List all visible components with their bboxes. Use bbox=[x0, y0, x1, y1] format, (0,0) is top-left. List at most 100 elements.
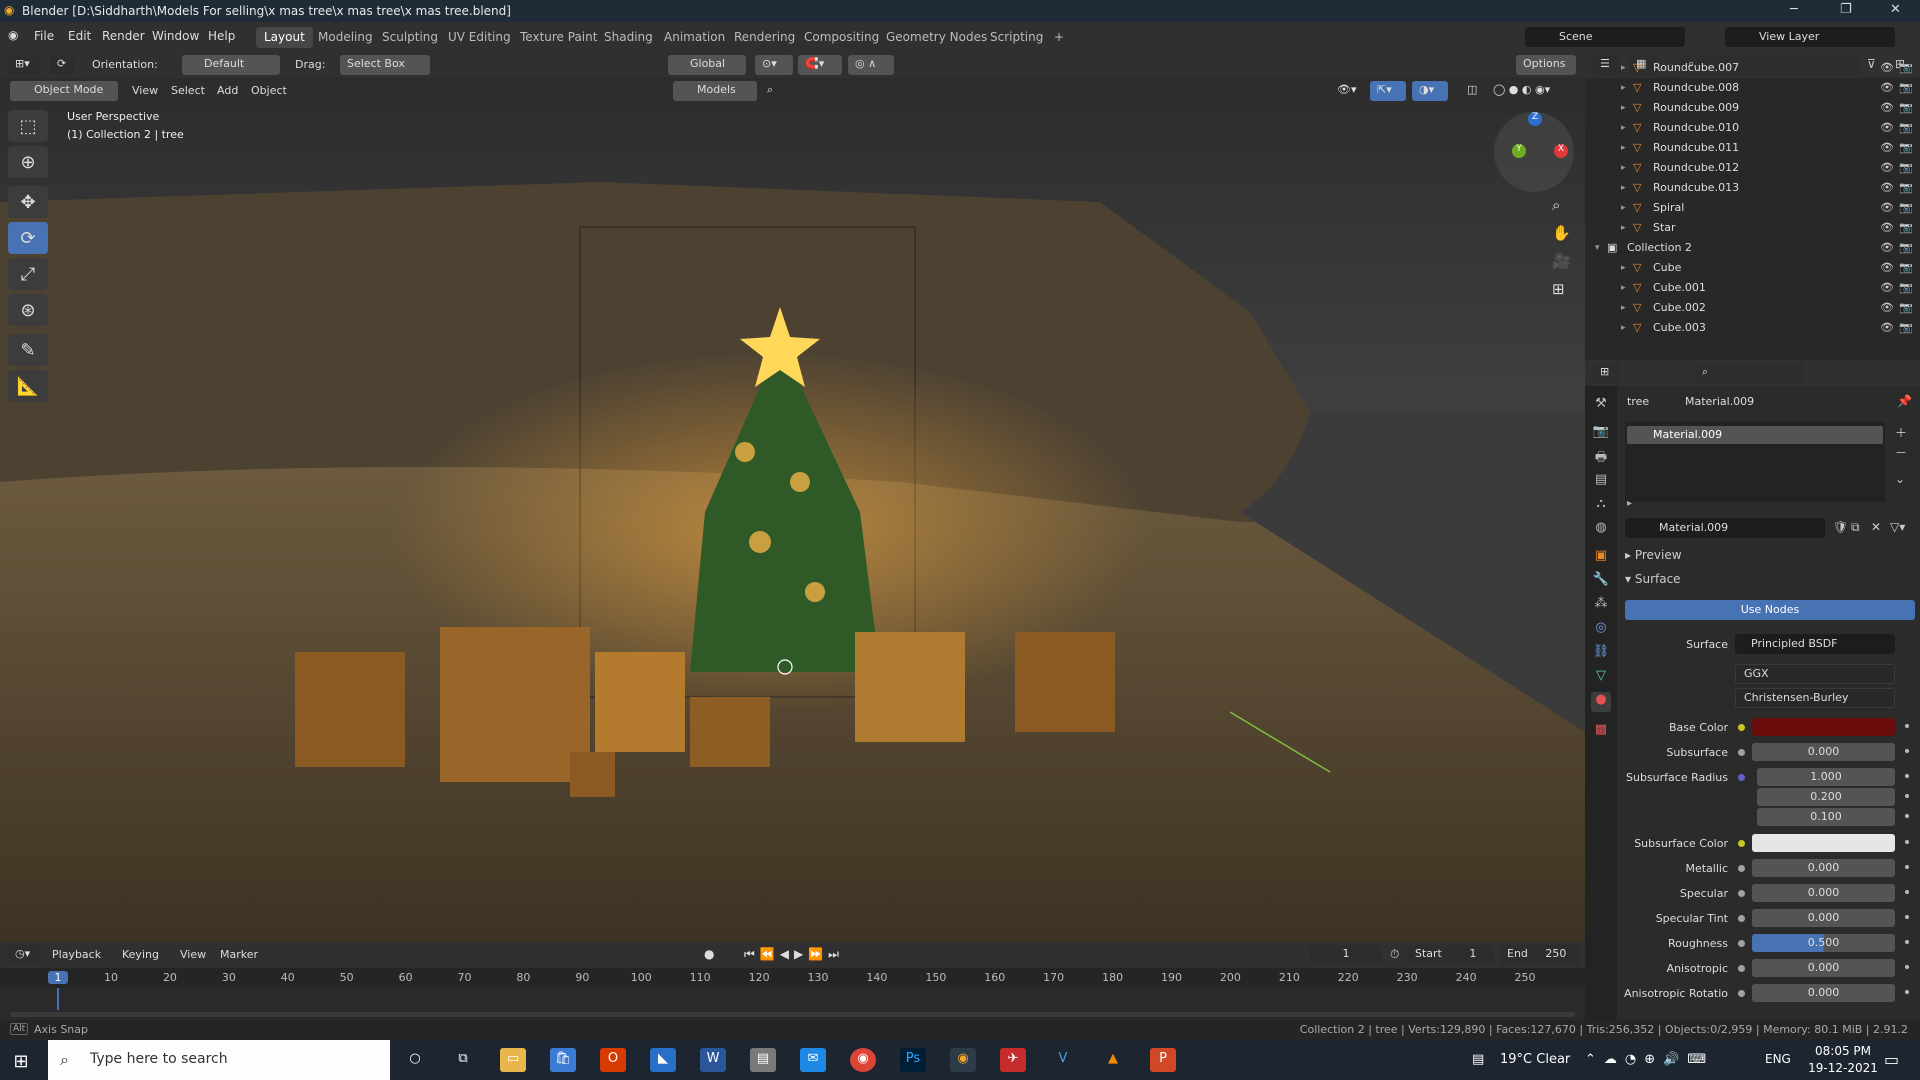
eye-icon[interactable]: 👁 bbox=[1880, 241, 1894, 254]
tab-texture-paint[interactable]: Texture Paint bbox=[512, 27, 605, 48]
menu-file[interactable]: File bbox=[34, 29, 54, 43]
browse-node-tree-icon[interactable]: ▽▾ bbox=[1890, 520, 1905, 534]
camera-render-icon[interactable]: 📷 bbox=[1899, 81, 1913, 94]
tab-animation[interactable]: Animation bbox=[656, 27, 733, 48]
particles-tab-icon[interactable]: ⁂ bbox=[1591, 596, 1611, 616]
proportional-edit[interactable]: ◎ ∧ bbox=[848, 55, 894, 75]
rotate-tool-icon[interactable]: ⟳ bbox=[8, 222, 48, 254]
outliner-object-row[interactable]: ▸ ▽ Spiral 👁 📷 bbox=[1585, 198, 1920, 218]
scale-tool-icon[interactable]: ⤢ bbox=[8, 258, 48, 290]
gizmo-toggle-icon[interactable]: ⇱▾ bbox=[1370, 81, 1406, 101]
app-icon[interactable]: ✈ bbox=[1000, 1048, 1026, 1072]
object-menu[interactable]: Object bbox=[251, 84, 287, 97]
outliner-item-name[interactable]: Spiral bbox=[1653, 201, 1684, 214]
outliner-collection-row[interactable]: ▾ ▣ Collection 2 👁 📷 bbox=[1585, 238, 1920, 258]
camera-render-icon[interactable]: 📷 bbox=[1899, 201, 1913, 214]
outliner-object-row[interactable]: ▸ ▽ Roundcube.012 👁 📷 bbox=[1585, 158, 1920, 178]
camera-view-icon[interactable]: 🎥 bbox=[1552, 252, 1571, 270]
outliner-object-row[interactable]: ▸ ▽ Cube.003 👁 📷 bbox=[1585, 318, 1920, 338]
collection-filter-dropdown[interactable]: Models bbox=[673, 81, 757, 101]
numeric-field[interactable]: 0.000 bbox=[1752, 959, 1895, 977]
object-tab-icon[interactable]: ▣ bbox=[1591, 548, 1611, 568]
gizmo-x-axis[interactable]: X bbox=[1554, 144, 1568, 158]
socket-dot-icon[interactable] bbox=[1738, 990, 1745, 997]
scene-tab-icon[interactable]: ⛬ bbox=[1591, 496, 1611, 516]
color-swatch-field[interactable] bbox=[1752, 718, 1895, 736]
properties-editor-type[interactable]: ⊞ bbox=[1593, 363, 1621, 383]
eye-icon[interactable]: 👁 bbox=[1880, 61, 1894, 74]
keyframe-dot-icon[interactable] bbox=[1905, 915, 1909, 919]
keyframe-dot-icon[interactable] bbox=[1905, 965, 1909, 969]
numeric-field[interactable]: 0.000 bbox=[1752, 909, 1895, 927]
3d-viewport[interactable]: ⊞▾ ⟳ Orientation: Default Drag: Select B… bbox=[0, 52, 1585, 942]
camera-render-icon[interactable]: 📷 bbox=[1899, 61, 1913, 74]
pin-icon[interactable]: 📌 bbox=[1897, 394, 1912, 408]
keyframe-dot-icon[interactable] bbox=[1905, 724, 1909, 728]
subsurface-method-dropdown[interactable]: Christensen-Burley bbox=[1735, 688, 1895, 708]
scene-selector[interactable]: Scene bbox=[1525, 27, 1685, 47]
camera-render-icon[interactable]: 📷 bbox=[1899, 321, 1913, 334]
weather-icon[interactable]: ▤ bbox=[1472, 1052, 1484, 1067]
cursor-tool-icon[interactable]: ⊕ bbox=[8, 146, 48, 178]
socket-dot-icon[interactable] bbox=[1738, 840, 1745, 847]
socket-dot-icon[interactable] bbox=[1738, 865, 1745, 872]
drag-dropdown[interactable]: Select Box bbox=[340, 55, 430, 75]
transform-tool-icon[interactable]: ⟳ bbox=[50, 55, 74, 75]
playhead[interactable] bbox=[57, 988, 59, 1010]
navigation-gizmo[interactable]: Z X Y bbox=[1494, 112, 1574, 192]
close-window-button[interactable]: ✕ bbox=[1890, 2, 1901, 17]
numeric-field[interactable]: 0.000 bbox=[1752, 884, 1895, 902]
expand-arrow-icon[interactable]: ▸ bbox=[1621, 263, 1626, 273]
camera-render-icon[interactable]: 📷 bbox=[1899, 101, 1913, 114]
socket-dot-icon[interactable] bbox=[1738, 915, 1745, 922]
expand-arrow-icon[interactable]: ▸ bbox=[1621, 63, 1626, 73]
notification-icon[interactable]: ▭ bbox=[1884, 1050, 1899, 1069]
keyframe-dot-icon[interactable] bbox=[1905, 865, 1909, 869]
view-menu[interactable]: View bbox=[132, 84, 158, 97]
outliner-object-row[interactable]: ▸ ▽ Roundcube.009 👁 📷 bbox=[1585, 98, 1920, 118]
expand-arrow-icon[interactable]: ▾ bbox=[1595, 243, 1600, 253]
eye-icon[interactable]: 👁 bbox=[1880, 221, 1894, 234]
mail-icon[interactable]: ✉ bbox=[800, 1048, 826, 1072]
outliner-object-row[interactable]: ▸ ▽ Roundcube.010 👁 📷 bbox=[1585, 118, 1920, 138]
timeline-editor-type[interactable]: ◷▾ bbox=[8, 945, 40, 965]
explorer-icon[interactable]: ▤ bbox=[750, 1048, 776, 1072]
outliner-item-name[interactable]: Cube.003 bbox=[1653, 321, 1706, 334]
playback-menu[interactable]: Playback bbox=[52, 948, 101, 961]
use-nodes-button[interactable]: Use Nodes bbox=[1625, 600, 1915, 620]
expand-arrow-icon[interactable]: ▸ bbox=[1621, 203, 1626, 213]
view-layer-selector[interactable]: View Layer bbox=[1725, 27, 1895, 47]
render-tab-icon[interactable]: 📷 bbox=[1591, 424, 1611, 444]
photoshop-icon[interactable]: Ps bbox=[900, 1048, 926, 1072]
material-slot-item[interactable]: Material.009 bbox=[1627, 426, 1883, 444]
numeric-field[interactable]: 0.000 bbox=[1752, 984, 1895, 1002]
camera-render-icon[interactable]: 📷 bbox=[1899, 281, 1913, 294]
annotate-tool-icon[interactable]: ✎ bbox=[8, 334, 48, 366]
record-icon[interactable]: ● bbox=[704, 947, 714, 961]
camera-render-icon[interactable]: 📷 bbox=[1899, 221, 1913, 234]
blender-menu-icon[interactable]: ◉ bbox=[8, 28, 18, 42]
tab-rendering[interactable]: Rendering bbox=[726, 27, 803, 48]
keyframe-dot-icon[interactable] bbox=[1905, 814, 1909, 818]
preview-panel-header[interactable]: ▸ Preview bbox=[1625, 548, 1682, 562]
keyframe-dot-icon[interactable] bbox=[1905, 840, 1909, 844]
tab-layout[interactable]: Layout bbox=[256, 27, 313, 48]
end-frame-field[interactable]: End 250 bbox=[1500, 945, 1580, 965]
gizmo-z-axis[interactable]: Z bbox=[1528, 112, 1542, 126]
minimize-button[interactable]: ─ bbox=[1790, 2, 1798, 17]
outliner-object-row[interactable]: ▸ ▽ Roundcube.007 👁 📷 bbox=[1585, 58, 1920, 78]
menu-edit[interactable]: Edit bbox=[68, 29, 91, 43]
outliner-object-row[interactable]: ▸ ▽ Roundcube.013 👁 📷 bbox=[1585, 178, 1920, 198]
numeric-field[interactable]: 0.500 bbox=[1752, 934, 1895, 952]
weather-text[interactable]: 19°C Clear bbox=[1500, 1052, 1570, 1067]
socket-dot-icon[interactable] bbox=[1738, 749, 1745, 756]
socket-dot-icon[interactable] bbox=[1738, 890, 1745, 897]
outliner-item-name[interactable]: Cube.002 bbox=[1653, 301, 1706, 314]
numeric-field[interactable]: 0.000 bbox=[1752, 743, 1895, 761]
eye-icon[interactable]: 👁 bbox=[1880, 141, 1894, 154]
taskbar-search-input[interactable]: Type here to search bbox=[48, 1040, 390, 1080]
snap-toggle[interactable]: 🧲▾ bbox=[798, 55, 842, 75]
properties-search-input[interactable]: ⌕ bbox=[1695, 363, 1805, 383]
current-frame-field[interactable]: 1 bbox=[1310, 945, 1382, 965]
expand-arrow-icon[interactable]: ▸ bbox=[1621, 143, 1626, 153]
